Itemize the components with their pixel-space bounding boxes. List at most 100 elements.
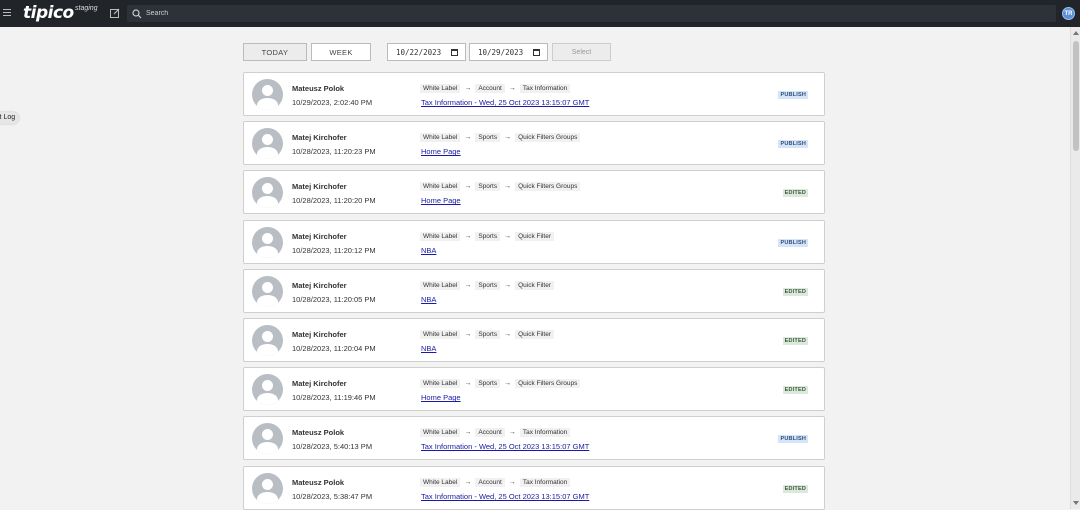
today-button[interactable]: TODAY: [243, 43, 307, 61]
calendar-icon[interactable]: [451, 49, 458, 56]
user-name: Matej Kirchofer: [292, 231, 347, 241]
arrow-icon: →: [504, 134, 512, 142]
top-bar: tipico staging TR: [0, 0, 1080, 27]
user-name: Matej Kirchofer: [292, 379, 347, 389]
user-avatar-icon: [252, 423, 283, 455]
user-avatar[interactable]: TR: [1062, 7, 1075, 20]
logo[interactable]: tipico: [23, 3, 74, 23]
status-badge: PUBLISH: [778, 435, 808, 444]
breadcrumb-item: White Label: [420, 133, 461, 143]
breadcrumb: White Label → Account → Tax Information: [420, 84, 571, 93]
breadcrumb-item: White Label: [420, 330, 461, 339]
week-button[interactable]: WEEK: [311, 43, 371, 61]
breadcrumb: White Label → Sports → Quick Filters Groups: [420, 182, 581, 192]
log-entry-card: Mateusz Polok 10/28/2023, 5:38:47 PM Whi…: [243, 465, 825, 510]
arrow-icon: →: [464, 478, 472, 486]
entry-link[interactable]: Tax Information - Wed, 25 Oct 2023 13:15…: [421, 442, 589, 451]
timestamp: 10/28/2023, 5:40:13 PM: [292, 442, 373, 452]
breadcrumb: White Label → Account → Tax Information: [420, 477, 571, 487]
date-from-value: 10/22/2023: [396, 47, 442, 57]
breadcrumb-item: Quick Filter: [515, 231, 554, 241]
date-to-value: 10/29/2023: [478, 47, 524, 57]
status-badge: PUBLISH: [778, 238, 808, 247]
status-badge: EDITED: [782, 484, 808, 493]
arrow-icon: →: [508, 85, 516, 92]
user-avatar-icon: [252, 128, 283, 160]
calendar-icon[interactable]: [533, 49, 540, 56]
arrow-icon: →: [508, 478, 516, 486]
log-entry-card: Matej Kirchofer 10/28/2023, 11:19:46 PM …: [243, 367, 825, 412]
breadcrumb-item: Quick Filter: [515, 330, 554, 339]
entry-link[interactable]: Tax Information - Wed, 25 Oct 2023 13:15…: [421, 98, 589, 107]
user-avatar-icon: [252, 275, 283, 307]
timestamp: 10/28/2023, 11:20:12 PM: [292, 245, 376, 255]
log-entry-card: Mateusz Polok 10/29/2023, 2:02:40 PM Whi…: [243, 72, 825, 116]
user-avatar-icon: [252, 226, 283, 258]
log-entry-card: Mateusz Polok 10/28/2023, 5:40:13 PM Whi…: [243, 416, 825, 461]
status-badge: PUBLISH: [778, 140, 808, 149]
timestamp: 10/29/2023, 2:02:40 PM: [292, 98, 373, 107]
search-icon: [132, 8, 142, 18]
arrow-icon: →: [504, 183, 512, 191]
breadcrumb: White Label → Sports → Quick Filter: [420, 231, 554, 241]
breadcrumb-item: Tax Information: [519, 477, 571, 487]
timestamp: 10/28/2023, 11:20:05 PM: [292, 294, 376, 304]
arrow-icon: →: [464, 85, 472, 92]
log-entry-card: Matej Kirchofer 10/28/2023, 11:20:05 PM …: [243, 268, 825, 313]
status-badge: EDITED: [782, 287, 808, 296]
log-entry-card: Matej Kirchofer 10/28/2023, 11:20:04 PM …: [243, 318, 825, 362]
scrollbar[interactable]: [1070, 27, 1080, 509]
breadcrumb-item: Sports: [475, 379, 501, 389]
user-avatar-icon: [252, 472, 283, 504]
breadcrumb: White Label → Sports → Quick Filter: [420, 330, 554, 339]
breadcrumb-item: Sports: [475, 133, 501, 143]
breadcrumb: White Label → Sports → Quick Filter: [420, 280, 554, 290]
breadcrumb-item: White Label: [420, 182, 461, 192]
breadcrumb-item: Quick Filters Groups: [515, 133, 581, 143]
status-badge: EDITED: [782, 337, 808, 345]
breadcrumb-item: Account: [475, 477, 505, 487]
arrow-icon: →: [464, 281, 472, 289]
breadcrumb-item: Account: [475, 428, 505, 438]
entry-link[interactable]: Home Page: [421, 147, 461, 156]
entry-link[interactable]: Tax Information - Wed, 25 Oct 2023 13:15…: [421, 492, 589, 501]
breadcrumb-item: Sports: [475, 330, 501, 339]
timestamp: 10/28/2023, 11:20:20 PM: [292, 196, 376, 206]
breadcrumb-item: White Label: [420, 428, 461, 438]
entry-link[interactable]: Home Page: [421, 196, 461, 205]
entry-link[interactable]: NBA: [421, 344, 436, 353]
log-entry-card: Matej Kirchofer 10/28/2023, 11:20:12 PM …: [243, 219, 825, 264]
arrow-icon: →: [464, 331, 472, 338]
arrow-icon: →: [464, 429, 472, 437]
breadcrumb-item: Sports: [475, 231, 501, 241]
breadcrumb-item: Sports: [475, 182, 501, 192]
menu-icon[interactable]: [3, 9, 11, 18]
user-name: Mateusz Polok: [292, 84, 345, 93]
breadcrumb-item: Tax Information: [519, 84, 571, 93]
arrow-icon: →: [504, 331, 512, 338]
timestamp: 10/28/2023, 11:20:04 PM: [292, 344, 376, 353]
entry-link[interactable]: Home Page: [421, 393, 461, 402]
entry-link[interactable]: NBA: [421, 295, 436, 304]
user-avatar-icon: [252, 79, 283, 110]
search-input[interactable]: [146, 10, 946, 17]
select-button[interactable]: Select: [552, 43, 611, 61]
audit-log-tab[interactable]: it Log: [0, 112, 20, 124]
breadcrumb-item: Quick Filter: [515, 280, 554, 290]
scroll-down-arrow-icon[interactable]: [1073, 501, 1079, 505]
date-to-input[interactable]: 10/29/2023: [469, 43, 548, 61]
log-entry-card: Matej Kirchofer 10/28/2023, 11:20:20 PM …: [243, 170, 825, 215]
user-name: Matej Kirchofer: [292, 182, 347, 192]
entry-link[interactable]: NBA: [421, 246, 436, 255]
search-bar[interactable]: [127, 5, 1056, 22]
breadcrumb-item: Sports: [475, 280, 501, 290]
user-name: Mateusz Polok: [292, 428, 345, 438]
scrollbar-thumb[interactable]: [1073, 41, 1079, 151]
scroll-up-arrow-icon[interactable]: [1073, 31, 1079, 35]
arrow-icon: →: [464, 380, 472, 388]
edit-icon[interactable]: [110, 8, 120, 18]
date-from-input[interactable]: 10/22/2023: [387, 43, 466, 61]
arrow-icon: →: [508, 429, 516, 437]
breadcrumb-item: White Label: [420, 477, 461, 487]
breadcrumb-item: White Label: [420, 280, 461, 290]
